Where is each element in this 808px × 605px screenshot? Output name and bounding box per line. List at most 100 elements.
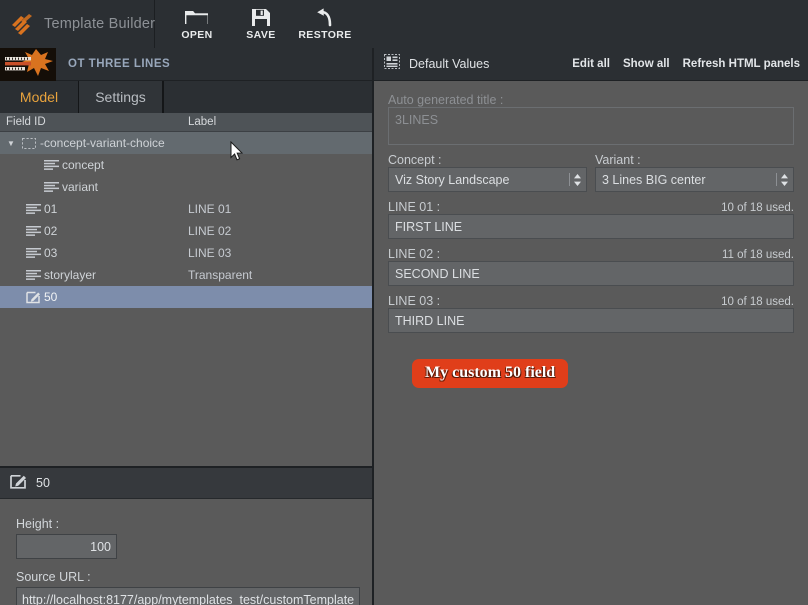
text-lines-icon [22, 269, 44, 281]
height-input[interactable]: 100 [16, 534, 117, 559]
tree-field-id: 02 [44, 224, 58, 238]
source-url-input[interactable]: http://localhost:8177/app/mytemplates_te… [16, 587, 360, 605]
text-lines-icon [22, 203, 44, 215]
concept-variant-row: Concept : Viz Story Landscape Variant : … [388, 153, 794, 192]
properties-title: 50 [36, 476, 50, 490]
save-button-label: SAVE [246, 28, 276, 41]
open-button-label: OPEN [181, 28, 213, 41]
line-03-input[interactable]: THIRD LINE [388, 308, 794, 333]
line-03-group: LINE 03 : 10 of 18 used. THIRD LINE [388, 294, 794, 333]
auto-generated-title-input: 3LINES [388, 107, 794, 145]
auto-generated-title-label: Auto generated title : [388, 93, 504, 107]
edit-all-link[interactable]: Edit all [572, 58, 610, 70]
save-button[interactable]: SAVE [229, 0, 293, 48]
tree-field-id: 03 [44, 246, 58, 260]
table-row[interactable]: variant [0, 176, 372, 198]
source-url-label: Source URL : [16, 570, 91, 584]
default-values-header: Default Values Edit all Show all Refresh… [374, 48, 808, 81]
app-brand: Template Builder [0, 0, 155, 48]
text-lines-icon [22, 247, 44, 259]
variant-group: Variant : 3 Lines BIG center [595, 153, 794, 192]
tab-model-label: Model [19, 89, 59, 105]
tree-field-id: -concept-variant-choice [40, 136, 165, 150]
line-02-group: LINE 02 : 11 of 18 used. SECOND LINE [388, 247, 794, 286]
edit-pencil-icon [10, 473, 27, 494]
tab-bar-filler [163, 81, 372, 113]
properties-body: Height : 100 Source URL : http://localho… [0, 499, 372, 605]
tree-field-id: 50 [44, 290, 58, 304]
field-tree: Field ID Label ▼ -concept-variant-choice [0, 113, 372, 466]
tree-label: Transparent [188, 268, 253, 282]
table-row[interactable]: ▼ -concept-variant-choice [0, 132, 372, 154]
tree-field-id: storylayer [44, 268, 97, 282]
line-01-label: LINE 01 : [388, 200, 441, 214]
text-lines-icon [40, 159, 62, 171]
tree-column-field-id: Field ID [6, 116, 46, 128]
table-row[interactable]: 02 LINE 02 [0, 220, 372, 242]
height-label: Height : [16, 517, 60, 531]
tree-label: LINE 01 [188, 202, 232, 216]
tab-bar: Model Settings [0, 81, 372, 113]
tab-settings[interactable]: Settings [79, 81, 163, 113]
edit-pencil-icon [22, 290, 44, 304]
spinner-arrows-icon[interactable] [776, 173, 789, 187]
table-row[interactable]: 01 LINE 01 [0, 198, 372, 220]
line-01-usage: 10 of 18 used. [721, 202, 794, 214]
tree-field-id: 01 [44, 202, 58, 216]
spinner-arrows-icon[interactable] [569, 173, 582, 187]
line-03-usage: 10 of 18 used. [721, 296, 794, 308]
line-03-label: LINE 03 : [388, 294, 441, 308]
line-01-group: LINE 01 : 10 of 18 used. FIRST LINE [388, 200, 794, 239]
table-row[interactable]: concept [0, 154, 372, 176]
tree-header: Field ID Label [0, 113, 372, 132]
line-02-usage: 11 of 18 used. [721, 249, 794, 261]
open-button[interactable]: OPEN [165, 0, 229, 48]
variant-select[interactable]: 3 Lines BIG center [595, 167, 794, 192]
variant-value: 3 Lines BIG center [602, 172, 706, 187]
height-field-group: Height : 100 [16, 517, 356, 559]
default-values-links: Edit all Show all Refresh HTML panels [572, 58, 800, 70]
line-02-input[interactable]: SECOND LINE [388, 261, 794, 286]
auto-generated-title-group: Auto generated title : 3LINES [388, 93, 794, 145]
app-title: Template Builder [44, 16, 156, 32]
tree-label: LINE 02 [188, 224, 232, 238]
tab-model[interactable]: Model [0, 81, 79, 113]
default-values-body: Auto generated title : 3LINES Concept : … [374, 81, 808, 388]
text-lines-icon [22, 225, 44, 237]
restore-button[interactable]: RESTORE [293, 0, 357, 48]
concept-label: Concept : [388, 153, 442, 167]
tree-field-id: concept [62, 158, 105, 172]
line-02-label: LINE 02 : [388, 247, 441, 261]
custom-50-field-button[interactable]: My custom 50 field [412, 359, 569, 388]
template-thumbnail-icon [0, 47, 56, 81]
table-row[interactable]: storylayer Transparent [0, 264, 372, 286]
source-url-field-group: Source URL : http://localhost:8177/app/m… [16, 570, 360, 605]
properties-header: 50 [0, 466, 372, 499]
refresh-html-panels-link[interactable]: Refresh HTML panels [683, 58, 800, 70]
concept-value: Viz Story Landscape [395, 172, 510, 187]
tree-label: LINE 03 [188, 246, 232, 260]
tree-field-id: variant [62, 180, 99, 194]
floppy-disk-icon [251, 8, 271, 27]
toolbar-buttons: OPEN SAVE RESTORE [155, 0, 357, 48]
template-name: OT THREE LINES [68, 58, 171, 70]
group-dashed-icon [18, 137, 40, 149]
concept-group: Concept : Viz Story Landscape [388, 153, 587, 192]
left-panel: OT THREE LINES Model Settings Field ID L… [0, 47, 372, 605]
variant-label: Variant : [595, 153, 641, 167]
tree-column-label: Label [188, 116, 217, 128]
table-row[interactable]: 03 LINE 03 [0, 242, 372, 264]
table-row[interactable]: 50 [0, 286, 372, 308]
template-header[interactable]: OT THREE LINES [0, 47, 372, 81]
show-all-link[interactable]: Show all [623, 58, 670, 70]
feather-swoosh-logo-icon [10, 12, 36, 36]
line-01-input[interactable]: FIRST LINE [388, 214, 794, 239]
chevron-down-icon[interactable]: ▼ [4, 139, 18, 148]
folder-icon [184, 8, 210, 27]
default-values-panel: Default Values Edit all Show all Refresh… [372, 48, 808, 605]
panels-layout-icon [384, 54, 400, 74]
template-builder-window: Template Builder OPEN SAVE RESTORE OT TH… [0, 0, 808, 605]
restore-button-label: RESTORE [298, 28, 352, 41]
undo-arrow-icon [314, 7, 336, 27]
concept-select[interactable]: Viz Story Landscape [388, 167, 587, 192]
